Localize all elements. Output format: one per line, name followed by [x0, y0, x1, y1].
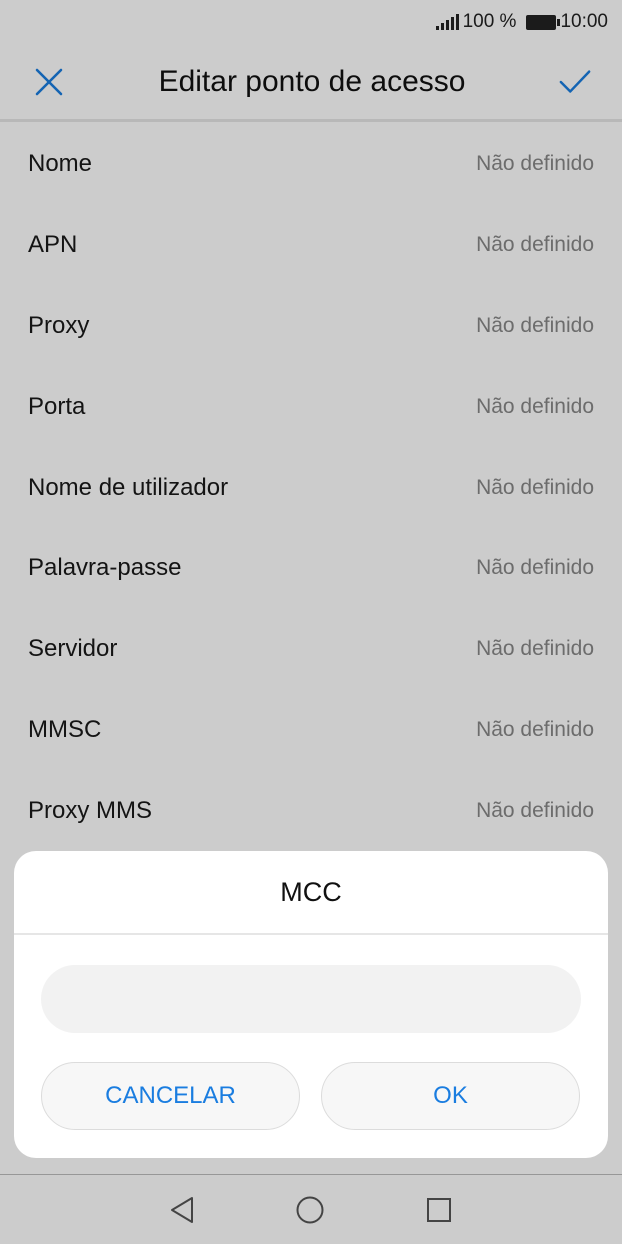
ok-button[interactable]: OK	[321, 1062, 580, 1130]
mcc-input[interactable]	[41, 965, 581, 1033]
cancel-button[interactable]: CANCELAR	[41, 1062, 300, 1130]
mcc-dialog: MCC CANCELAR OK	[14, 851, 608, 1158]
dialog-title: MCC	[14, 851, 608, 935]
